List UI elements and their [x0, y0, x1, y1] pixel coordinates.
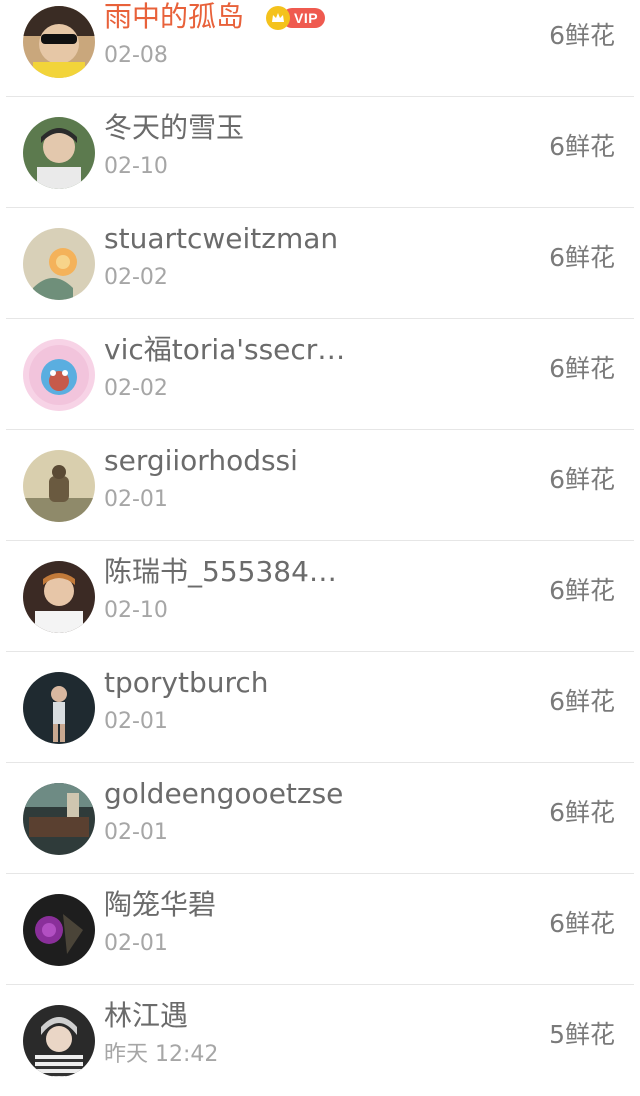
time-label: 02-01 [104, 709, 168, 734]
user-name[interactable]: 冬天的雪玉 [104, 110, 244, 146]
flower-count: 6鲜花 [549, 243, 615, 272]
list-item[interactable]: vic福toria'ssecr… 02-02 6鲜花 [0, 319, 640, 430]
flower-count: 6鲜花 [549, 21, 615, 50]
flower-count: 6鲜花 [549, 132, 615, 161]
list-item[interactable]: goldeengooetzse 02-01 6鲜花 [0, 763, 640, 874]
user-name[interactable]: sergiiorhodssi [104, 443, 298, 479]
avatar[interactable] [23, 450, 95, 522]
time-label: 02-02 [104, 376, 168, 401]
time-label: 02-01 [104, 820, 168, 845]
time-label: 02-08 [104, 43, 168, 68]
flower-count: 6鲜花 [549, 465, 615, 494]
avatar[interactable] [23, 672, 95, 744]
flower-count: 6鲜花 [549, 354, 615, 383]
flower-count: 6鲜花 [549, 798, 615, 827]
flower-count: 6鲜花 [549, 687, 615, 716]
flower-count: 6鲜花 [549, 576, 615, 605]
user-name[interactable]: vic福toria'ssecr… [104, 332, 345, 368]
list-item[interactable]: stuartcweitzman 02-02 6鲜花 [0, 208, 640, 319]
avatar-image [23, 339, 95, 411]
avatar-image [23, 783, 95, 855]
crown-icon [266, 6, 290, 30]
avatar-image [23, 672, 95, 744]
avatar-image [23, 117, 95, 189]
user-name[interactable]: 林江遇 [104, 998, 188, 1034]
list-item[interactable]: 冬天的雪玉 02-10 6鲜花 [0, 97, 640, 208]
gift-list: 雨中的孤岛 VIP 02-08 6鲜花 冬天的雪玉 02-10 6鲜花 stua… [0, 0, 640, 1096]
avatar[interactable] [23, 783, 95, 855]
avatar[interactable] [23, 894, 95, 966]
time-label: 02-01 [104, 931, 168, 956]
list-item[interactable]: 陈瑞书_555384… 02-10 6鲜花 [0, 541, 640, 652]
user-name[interactable]: stuartcweitzman [104, 221, 338, 257]
avatar[interactable] [23, 339, 95, 411]
vip-badge: VIP [266, 6, 326, 30]
user-name[interactable]: goldeengooetzse [104, 776, 343, 812]
list-item[interactable]: 雨中的孤岛 VIP 02-08 6鲜花 [0, 0, 640, 97]
avatar-image [23, 6, 95, 78]
avatar-image [23, 894, 95, 966]
avatar-image [23, 1005, 95, 1077]
avatar[interactable] [23, 117, 95, 189]
avatar-image [23, 561, 95, 633]
time-label: 02-01 [104, 487, 168, 512]
user-name[interactable]: 陈瑞书_555384… [104, 554, 337, 590]
list-item[interactable]: 林江遇 昨天 12:42 5鲜花 [0, 985, 640, 1096]
flower-count: 6鲜花 [549, 909, 615, 938]
list-item[interactable]: tporytburch 02-01 6鲜花 [0, 652, 640, 763]
user-name[interactable]: tporytburch [104, 665, 269, 701]
user-name[interactable]: 雨中的孤岛 [104, 0, 244, 35]
avatar-image [23, 450, 95, 522]
avatar[interactable] [23, 6, 95, 78]
avatar-image [23, 228, 95, 300]
list-item[interactable]: 陶笼华碧 02-01 6鲜花 [0, 874, 640, 985]
avatar[interactable] [23, 561, 95, 633]
avatar[interactable] [23, 1005, 95, 1077]
user-name[interactable]: 陶笼华碧 [104, 887, 216, 923]
time-label: 02-10 [104, 154, 168, 179]
time-label: 02-02 [104, 265, 168, 290]
time-label: 昨天 12:42 [104, 1042, 219, 1067]
list-item[interactable]: sergiiorhodssi 02-01 6鲜花 [0, 430, 640, 541]
flower-count: 5鲜花 [549, 1020, 615, 1049]
avatar[interactable] [23, 228, 95, 300]
time-label: 02-10 [104, 598, 168, 623]
